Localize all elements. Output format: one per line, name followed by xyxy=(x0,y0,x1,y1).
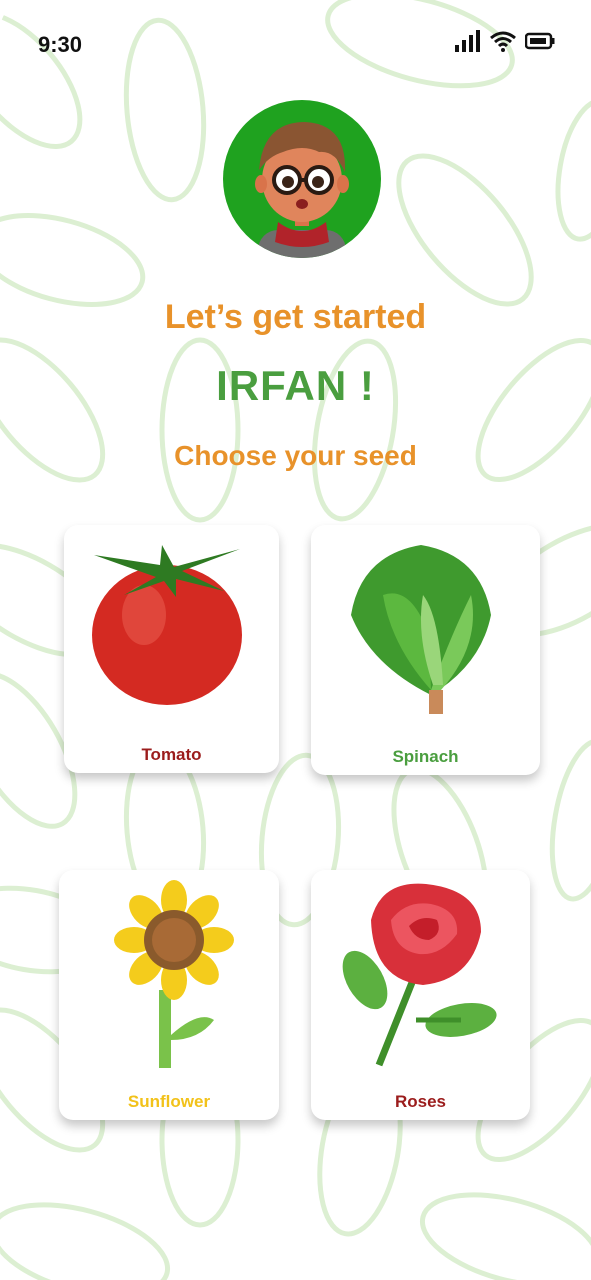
cellular-signal-icon xyxy=(455,30,480,52)
greeting-title: Let’s get started xyxy=(164,298,427,336)
battery-icon xyxy=(525,32,555,50)
seed-card-roses[interactable]: Roses xyxy=(311,870,530,1120)
seed-label-sunflower: Sunflower xyxy=(127,1092,211,1111)
user-avatar[interactable] xyxy=(223,100,381,258)
rose-icon xyxy=(342,883,497,1067)
status-time: 9:30 xyxy=(38,32,83,57)
status-bar: 9:30 xyxy=(0,0,591,80)
spinach-icon xyxy=(351,545,491,714)
sunflower-icon xyxy=(114,880,234,1068)
wifi-icon xyxy=(490,31,516,52)
seed-card-spinach[interactable]: Spinach xyxy=(311,525,540,775)
seed-label-roses: Roses xyxy=(394,1092,447,1111)
boy-with-glasses-avatar-icon xyxy=(255,122,349,258)
choose-seed-prompt: Choose your seed xyxy=(174,440,417,471)
tomato-icon xyxy=(92,545,242,705)
seed-label-spinach: Spinach xyxy=(392,747,459,766)
status-icons xyxy=(455,30,555,52)
seed-selection-screen: 9:30 Let’s get started IRFAN ! Choose yo… xyxy=(0,0,591,1280)
seed-card-tomato[interactable]: Tomato xyxy=(64,525,279,773)
seed-label-tomato: Tomato xyxy=(141,745,202,764)
seed-card-sunflower[interactable]: Sunflower xyxy=(59,870,279,1120)
user-name-title: IRFAN ! xyxy=(216,362,375,409)
